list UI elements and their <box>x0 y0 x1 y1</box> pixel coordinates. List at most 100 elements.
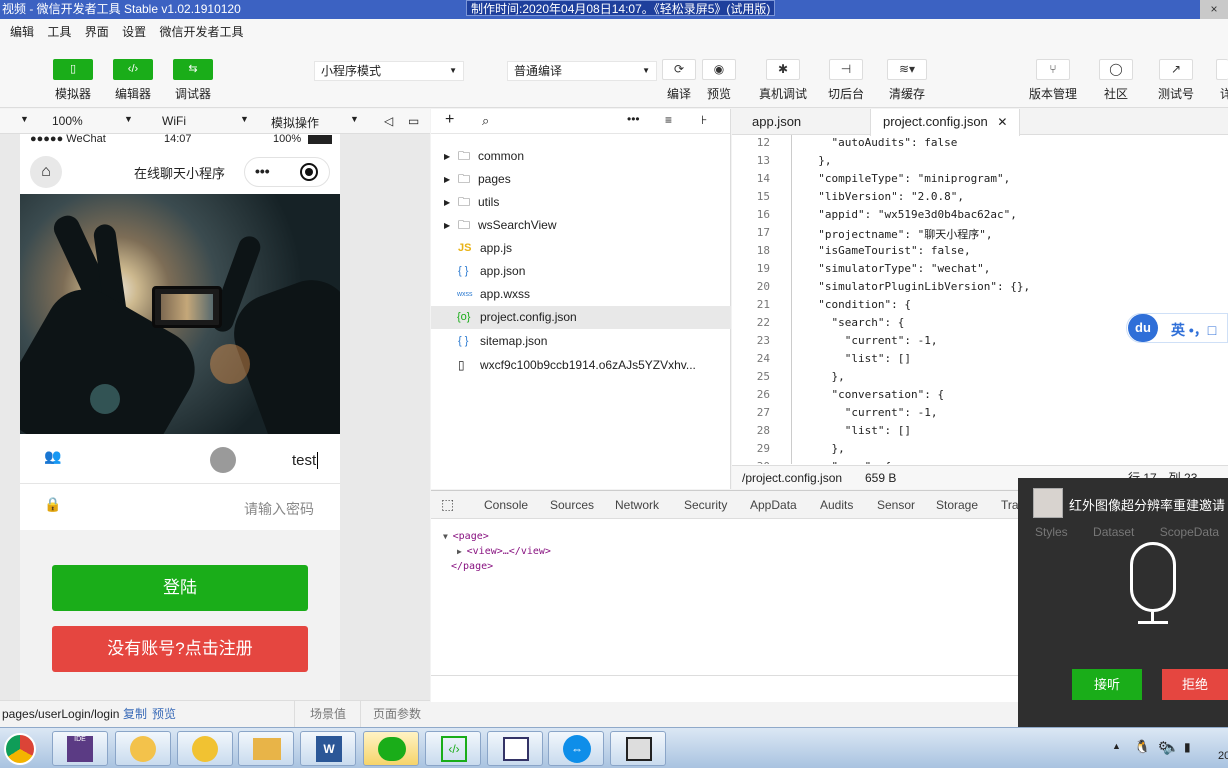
tree-item-folder[interactable]: ▶ 🗀 wsSearchView <box>431 214 731 237</box>
window-icon[interactable]: ▭ <box>408 114 419 128</box>
search-icon[interactable]: ⌕ <box>482 113 489 129</box>
network-select[interactable]: WiFi <box>162 114 186 128</box>
tree-item-file-selected[interactable]: {o} project.config.json <box>431 306 731 329</box>
code-line[interactable]: "current": -1, <box>805 406 938 419</box>
tab-project-config[interactable]: project.config.json ✕ <box>870 109 1021 136</box>
login-button[interactable]: 登陆 <box>52 565 308 611</box>
chrome-icon[interactable] <box>4 733 36 765</box>
compile-button[interactable]: ⟳ <box>662 59 696 80</box>
code-line[interactable]: "current": -1, <box>805 334 938 347</box>
tree-item-folder[interactable]: ▶ 🗀 utils <box>431 191 731 214</box>
more-icon[interactable]: ••• <box>255 163 270 179</box>
tab-security[interactable]: Security <box>684 498 727 512</box>
real-debug-button[interactable]: ✱ <box>766 59 800 80</box>
tray-expand-icon[interactable]: ▲ <box>1112 741 1121 751</box>
mode-select[interactable]: 小程序模式 ▼ <box>314 61 464 81</box>
tab-storage[interactable]: Storage <box>936 498 978 512</box>
ime-logo[interactable]: du <box>1128 314 1158 342</box>
copy-link[interactable]: 复制 <box>123 701 147 727</box>
tab-sensor[interactable]: Sensor <box>877 498 915 512</box>
editor-button[interactable]: ‹/› <box>113 59 153 80</box>
menu-settings[interactable]: 设置 <box>122 19 146 45</box>
zoom-select[interactable]: 100% <box>52 114 83 128</box>
qq-icon[interactable]: 🐧 <box>1134 739 1150 755</box>
volume-icon[interactable]: 🔈 <box>1163 740 1179 756</box>
tree-item-file[interactable]: { } sitemap.json <box>431 330 731 353</box>
volume-icon[interactable]: ◁ <box>384 114 393 128</box>
chevron-down-icon[interactable]: ▼ <box>20 114 29 124</box>
menu-devtools[interactable]: 微信开发者工具 <box>159 19 243 45</box>
taskbar-devtools[interactable]: ‹/› <box>425 731 481 766</box>
collapse-icon[interactable]: ≡ <box>665 113 672 127</box>
code-line[interactable]: "simulatorPluginLibVersion": {}, <box>805 280 1030 293</box>
close-icon[interactable]: ✕ <box>997 115 1007 129</box>
taskbar-recorder[interactable] <box>610 731 666 766</box>
code-line[interactable]: "simulatorType": "wechat", <box>805 262 990 275</box>
network-icon[interactable]: ▮ <box>1184 740 1191 754</box>
tree-item-file[interactable]: ▯ wxcf9c100b9ccb1914.o6zAJs5YZVxhv... <box>431 354 731 377</box>
accept-call-button[interactable]: 接听 <box>1072 669 1142 700</box>
ime-status[interactable]: 英 •，□ <box>1171 320 1216 340</box>
scene-value[interactable]: 场景值 <box>310 701 346 727</box>
code-line[interactable]: "libVersion": "2.0.8", <box>805 190 964 203</box>
add-icon[interactable]: + <box>445 111 454 129</box>
close-window-button[interactable]: × <box>1200 0 1228 19</box>
code-line[interactable]: "compileType": "miniprogram", <box>805 172 1010 185</box>
version-button[interactable]: ⑂ <box>1036 59 1070 80</box>
taskbar-teamviewer[interactable]: ⇔ <box>548 731 604 766</box>
code-line[interactable]: "appid": "wx519e3d0b4bac62ac", <box>805 208 1017 221</box>
taskbar-wechat[interactable] <box>363 731 419 766</box>
tab-appdata[interactable]: AppData <box>750 498 797 512</box>
simulator-button[interactable]: ▯ <box>53 59 93 80</box>
clear-cache-button[interactable]: ≋▾ <box>887 59 927 80</box>
tree-item-folder[interactable]: ▶ 🗀 pages <box>431 168 731 191</box>
code-line[interactable]: "list": [] <box>805 352 911 365</box>
more-icon[interactable]: ••• <box>627 112 640 126</box>
page-params[interactable]: 页面参数 <box>373 701 421 727</box>
code-line[interactable]: }, <box>805 154 831 167</box>
tab-network[interactable]: Network <box>615 498 659 512</box>
inspect-icon[interactable]: ⬚ <box>441 496 454 513</box>
taskbar-word[interactable]: W <box>300 731 356 766</box>
reject-call-button[interactable]: 拒绝 <box>1162 669 1228 700</box>
code-line[interactable]: }, <box>805 442 844 455</box>
dom-node[interactable]: ▶ <view>…</view> <box>443 544 551 559</box>
code-line[interactable]: "projectname": "聊天小程序", <box>805 226 992 242</box>
split-icon[interactable]: ⊦ <box>701 113 707 127</box>
preview-link[interactable]: 预览 <box>152 701 176 727</box>
taskbar-explorer[interactable] <box>238 731 294 766</box>
mock-select[interactable]: 模拟操作 <box>271 114 319 131</box>
tree-item-file[interactable]: wxss app.wxss <box>431 283 731 306</box>
tab-sources[interactable]: Sources <box>550 498 594 512</box>
taskbar-javaee-ide[interactable]: IDE <box>52 731 108 766</box>
background-button[interactable]: ⊣ <box>829 59 863 80</box>
preview-button[interactable]: ◉ <box>702 59 736 80</box>
code-line[interactable]: "condition": { <box>805 298 911 311</box>
dom-node[interactable]: </page> <box>443 559 551 574</box>
taskbar-contacts[interactable] <box>115 731 171 766</box>
tab-console[interactable]: Console <box>484 498 528 512</box>
code-line[interactable]: }, <box>805 370 844 383</box>
community-button[interactable]: ◯ <box>1099 59 1133 80</box>
code-line[interactable]: "list": [] <box>805 424 911 437</box>
close-circle-icon[interactable] <box>300 163 318 181</box>
menu-edit[interactable]: 编辑 <box>10 19 34 45</box>
code-line[interactable]: "game": { <box>805 460 891 464</box>
code-line[interactable]: "autoAudits": false <box>805 136 957 149</box>
taskbar-app[interactable] <box>177 731 233 766</box>
tree-item-file[interactable]: JS app.js <box>431 237 731 260</box>
debugger-button[interactable]: ⇆ <box>173 59 213 80</box>
register-button[interactable]: 没有账号?点击注册 <box>52 626 308 672</box>
tree-item-file[interactable]: { } app.json <box>431 260 731 283</box>
code-line[interactable]: "isGameTourist": false, <box>805 244 970 257</box>
code-line[interactable]: "conversation": { <box>805 388 944 401</box>
test-account-button[interactable]: ↗ <box>1159 59 1193 80</box>
code-line[interactable]: "search": { <box>805 316 904 329</box>
taskbar-window[interactable] <box>487 731 543 766</box>
home-icon[interactable]: ⌂ <box>30 156 62 188</box>
username-input[interactable]: test <box>292 452 319 469</box>
password-input[interactable]: 请输入密码 <box>244 499 314 519</box>
tab-app-json[interactable]: app.json <box>740 109 813 135</box>
tab-audits[interactable]: Audits <box>820 498 853 512</box>
compile-select[interactable]: 普通编译 ▼ <box>507 61 657 81</box>
